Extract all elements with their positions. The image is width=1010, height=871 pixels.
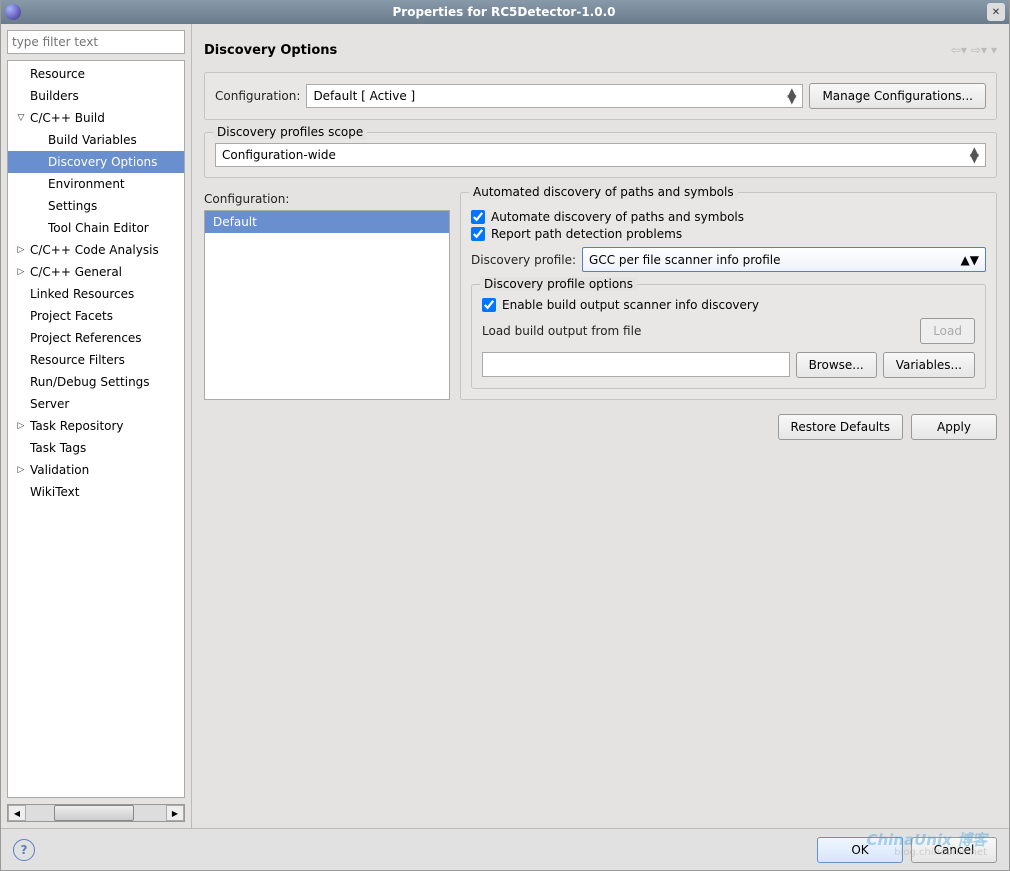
chevron-right-icon[interactable]: ▷	[12, 245, 30, 255]
options-legend: Discovery profile options	[480, 277, 637, 291]
tree-item[interactable]: Builders	[8, 85, 184, 107]
scroll-thumb[interactable]	[54, 805, 134, 821]
tree-item-label: Run/Debug Settings	[30, 375, 150, 389]
forward-icon[interactable]: ⇨▾	[971, 43, 987, 57]
profile-combo[interactable]: GCC per file scanner info profile ▲▼	[582, 247, 986, 272]
tree-item-label: Resource Filters	[30, 353, 125, 367]
spin-icon: ▲▼	[787, 89, 796, 103]
chevron-down-icon[interactable]: ▽	[12, 113, 30, 123]
chevron-right-icon[interactable]: ▷	[12, 465, 30, 475]
cancel-button[interactable]: Cancel	[911, 837, 997, 863]
tree-item-label: Server	[30, 397, 69, 411]
tree-item-label: Project References	[30, 331, 142, 345]
tree-item-label: Build Variables	[48, 133, 137, 147]
tree-item[interactable]: ▷C/C++ General	[8, 261, 184, 283]
back-icon[interactable]: ⇦▾	[951, 43, 967, 57]
load-button[interactable]: Load	[920, 318, 975, 344]
tree-item-label: C/C++ General	[30, 265, 122, 279]
tree-item[interactable]: Run/Debug Settings	[8, 371, 184, 393]
app-icon	[5, 4, 21, 20]
page-title: Discovery Options	[204, 43, 337, 58]
sidebar: ResourceBuilders▽C/C++ BuildBuild Variab…	[1, 24, 192, 828]
tree-item-label: Task Repository	[30, 419, 124, 433]
scroll-right-icon[interactable]: ▶	[166, 805, 184, 821]
report-label: Report path detection problems	[491, 227, 682, 241]
automate-checkbox[interactable]	[471, 210, 485, 224]
ok-button[interactable]: OK	[817, 837, 903, 863]
manage-configurations-button[interactable]: Manage Configurations...	[809, 83, 986, 109]
tree-item[interactable]: Resource Filters	[8, 349, 184, 371]
tree-item[interactable]: ▷Task Repository	[8, 415, 184, 437]
config-list[interactable]: Default	[204, 210, 450, 400]
apply-button[interactable]: Apply	[911, 414, 997, 440]
tree-item-label: C/C++ Build	[30, 111, 105, 125]
tree-item[interactable]: WikiText	[8, 481, 184, 503]
tree-item[interactable]: Server	[8, 393, 184, 415]
tree-item-label: C/C++ Code Analysis	[30, 243, 159, 257]
tree-item[interactable]: ▽C/C++ Build	[8, 107, 184, 129]
enable-output-checkbox[interactable]	[482, 298, 496, 312]
tree-item-label: Builders	[30, 89, 79, 103]
tree-item[interactable]: Environment	[8, 173, 184, 195]
tree-item[interactable]: Settings	[8, 195, 184, 217]
tree-item-label: WikiText	[30, 485, 80, 499]
close-icon[interactable]	[987, 3, 1005, 21]
configuration-combo[interactable]: Default [ Active ] ▲▼	[306, 84, 803, 108]
report-checkbox[interactable]	[471, 227, 485, 241]
spin-icon: ▲▼	[961, 253, 979, 267]
restore-defaults-button[interactable]: Restore Defaults	[778, 414, 903, 440]
tree-item[interactable]: Tool Chain Editor	[8, 217, 184, 239]
window-title: Properties for RC5Detector-1.0.0	[21, 5, 987, 19]
tree-item-label: Task Tags	[30, 441, 86, 455]
chevron-right-icon[interactable]: ▷	[12, 421, 30, 431]
browse-button[interactable]: Browse...	[796, 352, 877, 378]
automate-label: Automate discovery of paths and symbols	[491, 210, 744, 224]
tree-item[interactable]: Project References	[8, 327, 184, 349]
config-list-item[interactable]: Default	[205, 211, 449, 233]
tree-item-label: Project Facets	[30, 309, 113, 323]
tree-item[interactable]: Resource	[8, 63, 184, 85]
profile-label: Discovery profile:	[471, 253, 576, 267]
scroll-left-icon[interactable]: ◀	[8, 805, 26, 821]
horizontal-scrollbar[interactable]: ◀ ▶	[7, 804, 185, 822]
tree-item-label: Environment	[48, 177, 125, 191]
configuration-label: Configuration:	[215, 89, 300, 103]
tree-item-label: Settings	[48, 199, 97, 213]
tree-item-label: Resource	[30, 67, 85, 81]
config-list-label: Configuration:	[204, 192, 450, 206]
variables-button[interactable]: Variables...	[883, 352, 975, 378]
tree-item-label: Tool Chain Editor	[48, 221, 149, 235]
tree-item[interactable]: Linked Resources	[8, 283, 184, 305]
help-icon[interactable]: ?	[13, 839, 35, 861]
menu-icon[interactable]: ▾	[991, 43, 997, 57]
tree-item-label: Linked Resources	[30, 287, 134, 301]
tree-item[interactable]: ▷C/C++ Code Analysis	[8, 239, 184, 261]
enable-output-label: Enable build output scanner info discove…	[502, 298, 759, 312]
nav-tree[interactable]: ResourceBuilders▽C/C++ BuildBuild Variab…	[7, 60, 185, 798]
auto-legend: Automated discovery of paths and symbols	[469, 185, 738, 199]
tree-item[interactable]: Discovery Options	[8, 151, 184, 173]
chevron-right-icon[interactable]: ▷	[12, 267, 30, 277]
scope-legend: Discovery profiles scope	[213, 125, 367, 139]
scope-combo[interactable]: Configuration-wide ▲▼	[215, 143, 986, 167]
load-label: Load build output from file	[482, 324, 641, 338]
tree-item[interactable]: Build Variables	[8, 129, 184, 151]
tree-item[interactable]: ▷Validation	[8, 459, 184, 481]
filter-input[interactable]	[7, 30, 185, 54]
spin-icon: ▲▼	[970, 148, 979, 162]
titlebar: Properties for RC5Detector-1.0.0	[1, 0, 1009, 24]
tree-item[interactable]: Task Tags	[8, 437, 184, 459]
tree-item-label: Validation	[30, 463, 89, 477]
file-input[interactable]	[482, 352, 790, 377]
tree-item-label: Discovery Options	[48, 155, 157, 169]
tree-item[interactable]: Project Facets	[8, 305, 184, 327]
